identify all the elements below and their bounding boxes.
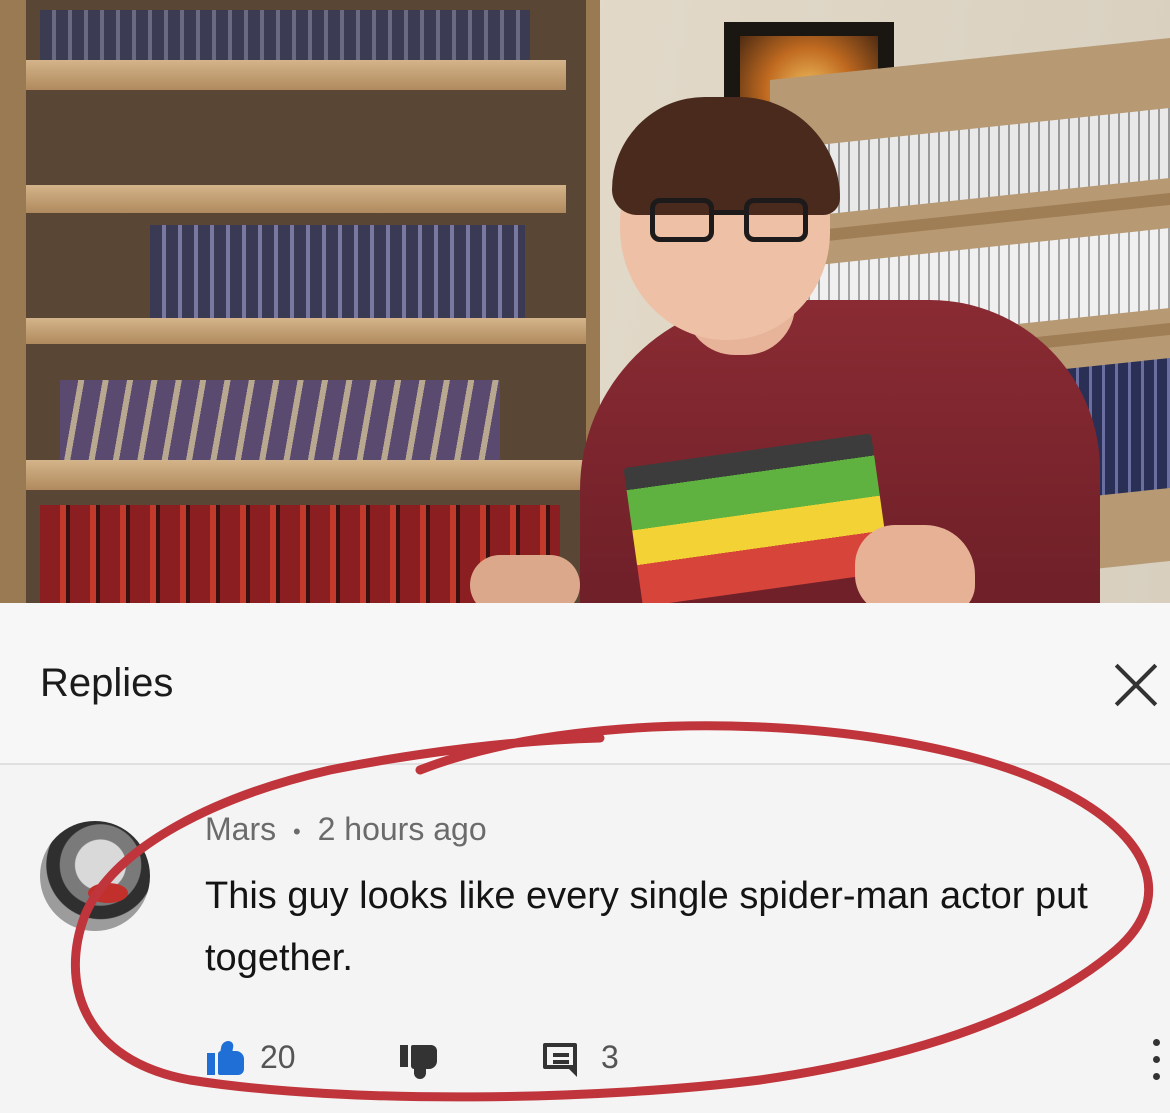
- glasses: [650, 198, 810, 246]
- replies-panel: Replies Mars • 2 hours ago This guy look…: [0, 603, 1170, 1113]
- thumbs-up-icon: [207, 1041, 245, 1075]
- bookcase-left: [0, 0, 600, 603]
- reply-count: 3: [601, 1039, 619, 1075]
- meta-separator: •: [293, 818, 301, 844]
- avatar[interactable]: [40, 821, 150, 931]
- reply-icon: [543, 1043, 577, 1077]
- thumbs-down-icon: [400, 1045, 438, 1079]
- close-icon[interactable]: [1110, 659, 1162, 711]
- panel-title: Replies: [40, 661, 174, 705]
- reply-button[interactable]: 3: [543, 1033, 643, 1083]
- more-vert-icon[interactable]: [1150, 1039, 1162, 1083]
- video-frame[interactable]: [0, 0, 1170, 603]
- like-button[interactable]: 20: [205, 1033, 325, 1083]
- presenter: [470, 95, 1120, 603]
- dislike-button[interactable]: [400, 1033, 460, 1083]
- comment-meta: Mars • 2 hours ago: [205, 811, 487, 848]
- like-count: 20: [260, 1039, 296, 1075]
- panel-header: Replies: [0, 603, 1170, 765]
- comment-text: This guy looks like every single spider-…: [205, 875, 1088, 979]
- comment-author[interactable]: Mars: [205, 811, 276, 847]
- comment-time: 2 hours ago: [317, 811, 487, 847]
